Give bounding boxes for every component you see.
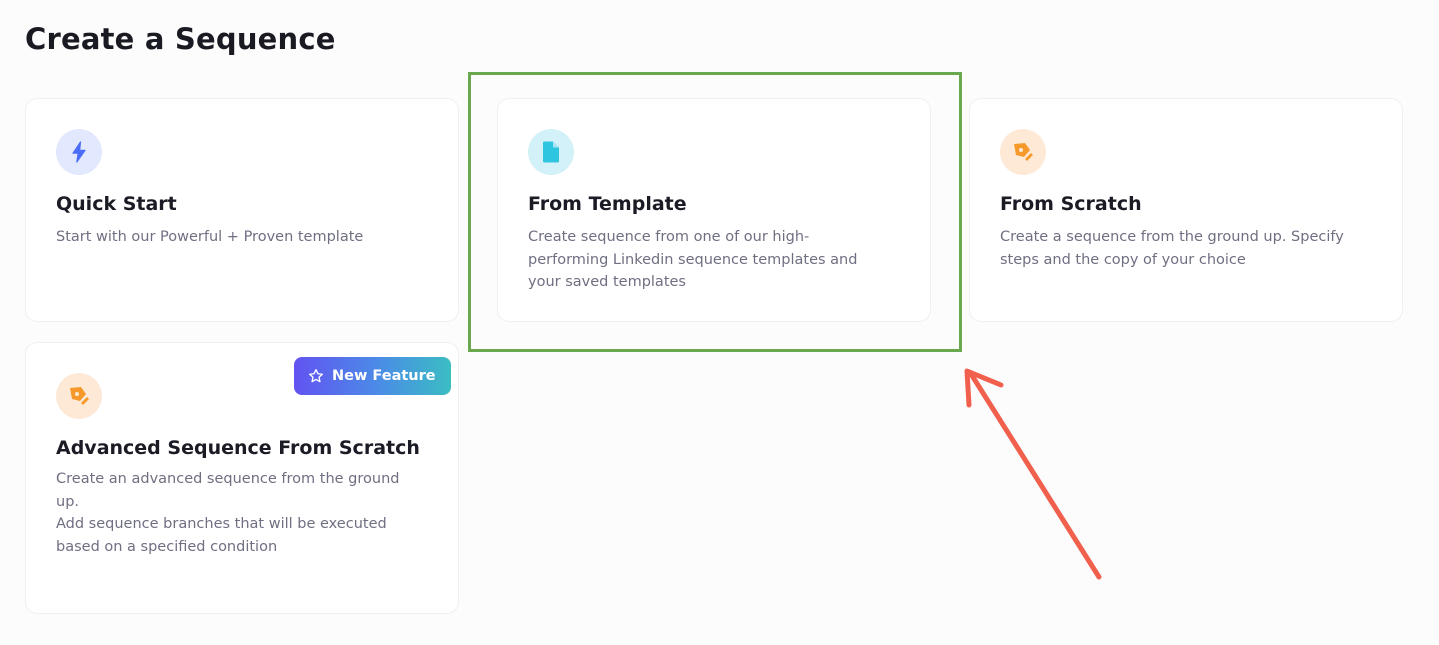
pen-tool-icon (1000, 129, 1046, 175)
card-title: Advanced Sequence From Scratch (56, 437, 420, 459)
card-description: Create a sequence from the ground up. Sp… (1000, 226, 1344, 271)
description-line: Start with our Powerful + Proven templat… (56, 229, 364, 245)
description-line: based on a specified condition (56, 538, 278, 555)
description-line: up. (56, 493, 80, 510)
page-title: Create a Sequence (25, 22, 336, 56)
card-description: Create an advanced sequence from the gro… (56, 468, 399, 558)
new-feature-badge: New Feature (294, 357, 451, 395)
create-sequence-page: Create a Sequence Quick Start Start with… (0, 0, 1439, 645)
description-line: Create an advanced sequence from the gro… (56, 471, 400, 487)
description-line: Create a sequence from the ground up. Sp… (1000, 229, 1344, 245)
from-template-card[interactable]: From Template Create sequence from one o… (497, 98, 931, 322)
badge-label: New Feature (332, 368, 436, 384)
from-scratch-card[interactable]: From Scratch Create a sequence from the … (969, 98, 1403, 322)
pen-tool-icon (56, 373, 102, 419)
card-title: From Scratch (1000, 193, 1142, 215)
card-title: Quick Start (56, 193, 177, 215)
lightning-icon (56, 129, 102, 175)
description-line: steps and the copy of your choice (1000, 251, 1246, 268)
card-title: From Template (528, 193, 687, 215)
description-line: your saved templates (528, 274, 686, 290)
annotation-arrow (964, 368, 1102, 580)
description-line: Add sequence branches that will be execu… (56, 516, 387, 532)
description-line: performing Linkedin sequence templates a… (528, 251, 858, 268)
description-line: Create sequence from one of our high- (528, 229, 810, 245)
star-icon (309, 369, 323, 383)
advanced-sequence-card[interactable]: New Feature Advanced Sequence From Scrat… (25, 342, 459, 614)
card-description: Create sequence from one of our high- pe… (528, 226, 857, 294)
document-icon (528, 129, 574, 175)
quick-start-card[interactable]: Quick Start Start with our Powerful + Pr… (25, 98, 459, 322)
card-description: Start with our Powerful + Proven templat… (56, 226, 363, 249)
